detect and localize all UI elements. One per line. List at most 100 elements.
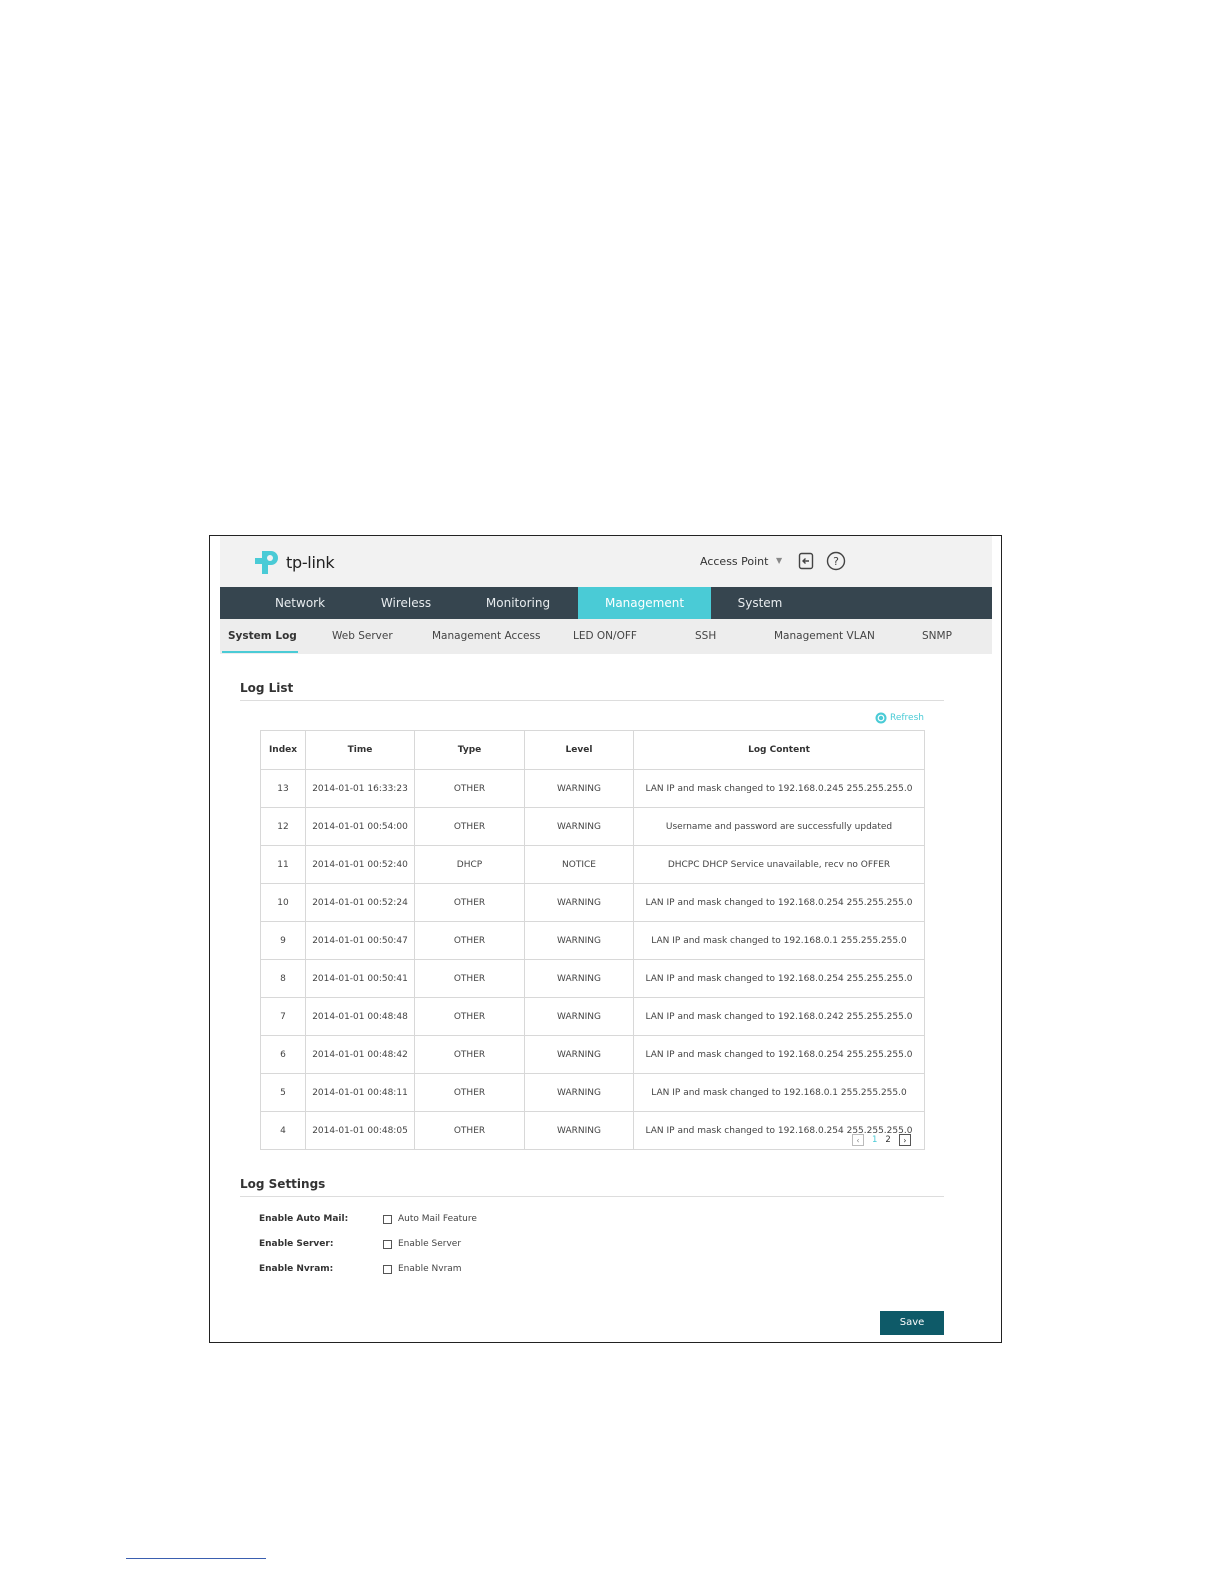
- refresh-label: Refresh: [890, 713, 924, 723]
- tab-network[interactable]: Network: [260, 587, 340, 619]
- column-header-index: Index: [260, 730, 306, 770]
- cell-type: OTHER: [414, 883, 525, 922]
- refresh-button[interactable]: Refresh: [875, 712, 924, 724]
- cell-level: WARNING: [524, 959, 634, 998]
- divider: [240, 1196, 944, 1197]
- server-label: Enable Server:: [259, 1239, 334, 1249]
- auto-mail-label: Enable Auto Mail:: [259, 1214, 349, 1224]
- cell-type: OTHER: [414, 1073, 525, 1112]
- sub-navigation: System Log Web Server Management Access …: [220, 619, 992, 654]
- cell-index: 10: [260, 883, 306, 922]
- column-header-log-content: Log Content: [633, 730, 925, 770]
- pagination: ‹ 1 2 ›: [852, 1134, 911, 1146]
- table-row: 7 2014-01-01 00:48:48 OTHER WARNING LAN …: [260, 997, 925, 1036]
- cell-time: 2014-01-01 00:48:48: [305, 997, 415, 1036]
- cell-level: WARNING: [524, 997, 634, 1036]
- table-row: 8 2014-01-01 00:50:41 OTHER WARNING LAN …: [260, 959, 925, 998]
- app-screenshot-frame: tp-link Access Point ▼ ? Network Wireles…: [209, 535, 1002, 1343]
- cell-log-content: LAN IP and mask changed to 192.168.0.245…: [633, 769, 925, 808]
- cell-log-content: LAN IP and mask changed to 192.168.0.254…: [633, 1035, 925, 1074]
- logout-icon[interactable]: [797, 551, 817, 571]
- subtab-management-vlan[interactable]: Management VLAN: [774, 619, 875, 654]
- cell-log-content: LAN IP and mask changed to 192.168.0.1 2…: [633, 921, 925, 960]
- subtab-management-access[interactable]: Management Access: [432, 619, 540, 654]
- table-row: 12 2014-01-01 00:54:00 OTHER WARNING Use…: [260, 807, 925, 846]
- brand-name: tp-link: [286, 552, 335, 572]
- subtab-system-log[interactable]: System Log: [228, 619, 297, 654]
- cell-index: 12: [260, 807, 306, 846]
- cell-level: WARNING: [524, 769, 634, 808]
- cell-time: 2014-01-01 00:52:40: [305, 845, 415, 884]
- cell-type: OTHER: [414, 921, 525, 960]
- subtab-led-on-off[interactable]: LED ON/OFF: [573, 619, 637, 654]
- table-header-row: Index Time Type Level Log Content: [260, 730, 925, 770]
- column-header-time: Time: [305, 730, 415, 770]
- cell-type: DHCP: [414, 845, 525, 884]
- column-header-level: Level: [524, 730, 634, 770]
- cell-time: 2014-01-01 00:50:47: [305, 921, 415, 960]
- table-row: 5 2014-01-01 00:48:11 OTHER WARNING LAN …: [260, 1073, 925, 1112]
- cell-time: 2014-01-01 16:33:23: [305, 769, 415, 808]
- cell-index: 5: [260, 1073, 306, 1112]
- cell-time: 2014-01-01 00:48:11: [305, 1073, 415, 1112]
- tab-system[interactable]: System: [720, 587, 800, 619]
- cell-index: 6: [260, 1035, 306, 1074]
- tp-link-logo-icon: [255, 551, 278, 574]
- cell-level: WARNING: [524, 1073, 634, 1112]
- cell-index: 4: [260, 1111, 306, 1150]
- log-table: Index Time Type Level Log Content 13 201…: [260, 730, 925, 1150]
- cell-log-content: LAN IP and mask changed to 192.168.0.1 2…: [633, 1073, 925, 1112]
- nvram-option-text: Enable Nvram: [398, 1264, 462, 1274]
- table-row: 6 2014-01-01 00:48:42 OTHER WARNING LAN …: [260, 1035, 925, 1074]
- brand-logo: tp-link: [252, 546, 335, 578]
- help-icon[interactable]: ?: [826, 551, 846, 571]
- cell-index: 13: [260, 769, 306, 808]
- cell-type: OTHER: [414, 769, 525, 808]
- svg-text:?: ?: [833, 555, 839, 568]
- cell-index: 8: [260, 959, 306, 998]
- cell-time: 2014-01-01 00:50:41: [305, 959, 415, 998]
- cell-type: OTHER: [414, 807, 525, 846]
- cell-time: 2014-01-01 00:52:24: [305, 883, 415, 922]
- cell-time: 2014-01-01 00:48:05: [305, 1111, 415, 1150]
- cell-log-content: LAN IP and mask changed to 192.168.0.254…: [633, 883, 925, 922]
- subtab-ssh[interactable]: SSH: [695, 619, 716, 654]
- save-button[interactable]: Save: [880, 1311, 944, 1335]
- tab-wireless[interactable]: Wireless: [366, 587, 446, 619]
- tab-monitoring[interactable]: Monitoring: [478, 587, 558, 619]
- page-2-link[interactable]: 2: [885, 1135, 890, 1145]
- cell-log-content: Username and password are successfully u…: [633, 807, 925, 846]
- cell-index: 7: [260, 997, 306, 1036]
- setting-nvram: Enable Nvram: Enable Nvram: [259, 1261, 462, 1277]
- nvram-checkbox[interactable]: [383, 1264, 392, 1274]
- cell-log-content: LAN IP and mask changed to 192.168.0.242…: [633, 997, 925, 1036]
- chevron-down-icon[interactable]: ▼: [776, 556, 782, 565]
- setting-auto-mail: Enable Auto Mail: Auto Mail Feature: [259, 1211, 477, 1227]
- cell-type: OTHER: [414, 997, 525, 1036]
- divider: [240, 700, 944, 701]
- tab-management[interactable]: Management: [578, 587, 711, 619]
- server-checkbox[interactable]: [383, 1239, 392, 1249]
- prev-page-button[interactable]: ‹: [852, 1134, 864, 1146]
- active-subtab-indicator: [222, 651, 298, 653]
- refresh-icon: [875, 712, 887, 724]
- cell-level: WARNING: [524, 807, 634, 846]
- header-bar: tp-link Access Point ▼ ?: [220, 536, 992, 587]
- log-list-title: Log List: [240, 681, 294, 695]
- log-settings-title: Log Settings: [240, 1177, 326, 1191]
- next-page-button[interactable]: ›: [898, 1134, 911, 1146]
- cell-time: 2014-01-01 00:54:00: [305, 807, 415, 846]
- auto-mail-option-text: Auto Mail Feature: [398, 1214, 477, 1224]
- auto-mail-checkbox[interactable]: [383, 1214, 392, 1224]
- cell-type: OTHER: [414, 959, 525, 998]
- column-header-type: Type: [414, 730, 525, 770]
- table-row: 4 2014-01-01 00:48:05 OTHER WARNING LAN …: [260, 1111, 925, 1150]
- subtab-web-server[interactable]: Web Server: [332, 619, 393, 654]
- cell-log-content: DHCPC DHCP Service unavailable, recv no …: [633, 845, 925, 884]
- main-navigation: Network Wireless Monitoring Management S…: [220, 587, 992, 619]
- mode-select[interactable]: Access Point: [700, 555, 768, 568]
- subtab-snmp[interactable]: SNMP: [922, 619, 952, 654]
- page-1-link[interactable]: 1: [872, 1135, 877, 1145]
- nvram-label: Enable Nvram:: [259, 1264, 334, 1274]
- setting-server: Enable Server: Enable Server: [259, 1236, 461, 1252]
